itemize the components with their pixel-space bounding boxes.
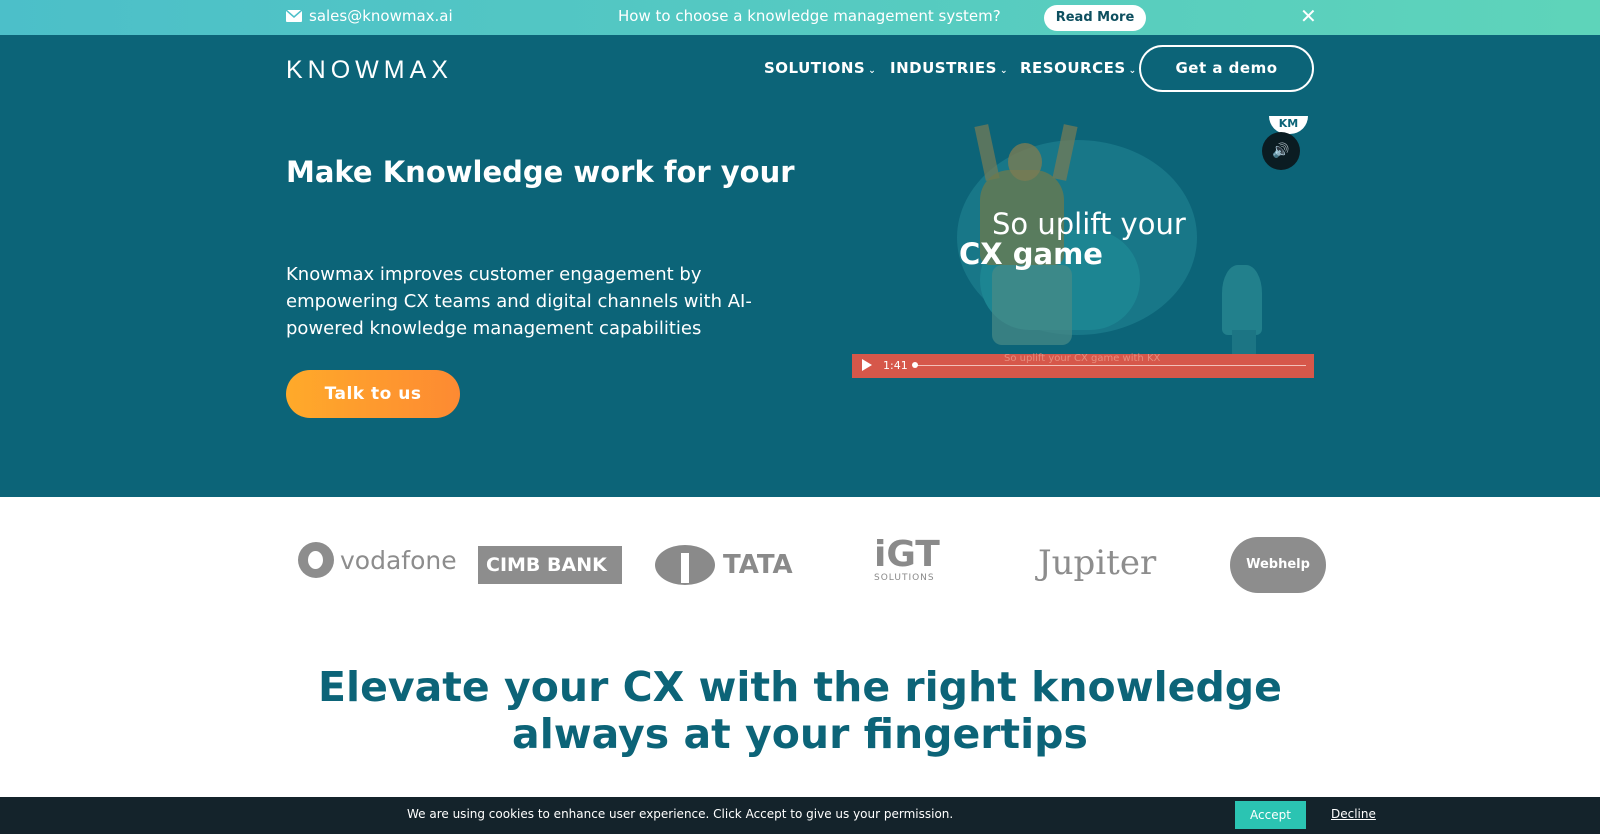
illustration-plant — [1222, 265, 1262, 335]
nav-resources[interactable]: RESOURCES ⌄ — [1020, 59, 1137, 77]
play-icon[interactable] — [862, 359, 872, 371]
cookie-message: We are using cookies to enhance user exp… — [407, 807, 954, 821]
igt-logo: iGT SOLUTIONS — [874, 534, 940, 584]
illustration-pot — [1232, 330, 1256, 355]
video-overlay-line2: CX game — [959, 237, 1103, 271]
illustration-legs — [992, 265, 1072, 345]
video-player[interactable]: So uplift your CX game — [852, 115, 1314, 380]
logo-text: TATA — [723, 550, 793, 580]
read-more-button[interactable]: Read More — [1044, 5, 1146, 31]
tata-logo: TATA — [655, 545, 793, 585]
close-icon[interactable]: ✕ — [1300, 4, 1317, 28]
chevron-down-icon: ⌄ — [999, 66, 1009, 76]
nav-solutions[interactable]: SOLUTIONS ⌄ — [764, 59, 876, 77]
illustration-head — [1008, 143, 1042, 181]
get-demo-button[interactable]: Get a demo — [1139, 45, 1314, 92]
nav-industries[interactable]: INDUSTRIES ⌄ — [890, 59, 1008, 77]
cookie-banner: We are using cookies to enhance user exp… — [0, 797, 1600, 834]
email-link[interactable]: sales@knowmax.ai — [286, 7, 453, 25]
nav-label: RESOURCES — [1020, 59, 1126, 77]
knowmax-logo[interactable]: KNOWMAX — [286, 56, 453, 85]
chevron-down-icon: ⌄ — [1128, 66, 1137, 76]
logo-subtext: SOLUTIONS — [874, 573, 935, 583]
logo-text: vodafone — [340, 545, 457, 575]
section-title: Elevate your CX with the right knowledge… — [0, 664, 1600, 758]
envelope-icon — [286, 10, 302, 22]
video-time: 1:41 — [883, 359, 908, 372]
tata-mark-icon — [655, 545, 715, 585]
hero-description: Knowmax improves customer engagement by … — [286, 264, 752, 339]
hero-section: KNOWMAX SOLUTIONS ⌄ INDUSTRIES ⌄ RESOURCES… — [0, 35, 1600, 497]
decline-cookies-link[interactable]: Decline — [1331, 807, 1376, 821]
announcement-bar: sales@knowmax.ai How to choose a knowled… — [0, 0, 1600, 35]
promo-text: How to choose a knowledge management sys… — [618, 7, 1001, 25]
nav-label: SOLUTIONS — [764, 59, 866, 77]
vodafone-logo: vodafone — [298, 542, 457, 578]
logo-text: iGT — [874, 534, 940, 575]
video-progress-knob[interactable] — [912, 362, 918, 368]
video-caption: So uplift your CX game with KX — [1004, 353, 1161, 364]
customer-logos: vodafone CIMB BANK TATA iGT SOLUTIONS Ju… — [0, 497, 1600, 627]
video-overlay-line1: So uplift your — [992, 207, 1186, 241]
section-title-line1: Elevate your CX with the right knowledge — [318, 663, 1282, 711]
vodafone-mark-icon — [298, 542, 334, 578]
email-text: sales@knowmax.ai — [309, 7, 453, 25]
hero-headline: Make Knowledge work for your — [286, 155, 795, 189]
talk-to-us-button[interactable]: Talk to us — [286, 370, 460, 418]
volume-icon[interactable]: 🔊 — [1262, 132, 1300, 170]
cimb-logo: CIMB BANK — [478, 546, 622, 584]
chevron-down-icon: ⌄ — [868, 66, 877, 76]
section-title-line2: always at your fingertips — [512, 710, 1088, 758]
nav-label: INDUSTRIES — [890, 59, 997, 77]
accept-cookies-button[interactable]: Accept — [1235, 801, 1306, 829]
webhelp-logo: Webhelp — [1230, 537, 1326, 593]
jupiter-logo: Jupiter — [1038, 543, 1157, 583]
video-controls: 1:41 So uplift your CX game with KX — [852, 353, 1314, 378]
video-progress-track[interactable] — [914, 365, 1306, 366]
